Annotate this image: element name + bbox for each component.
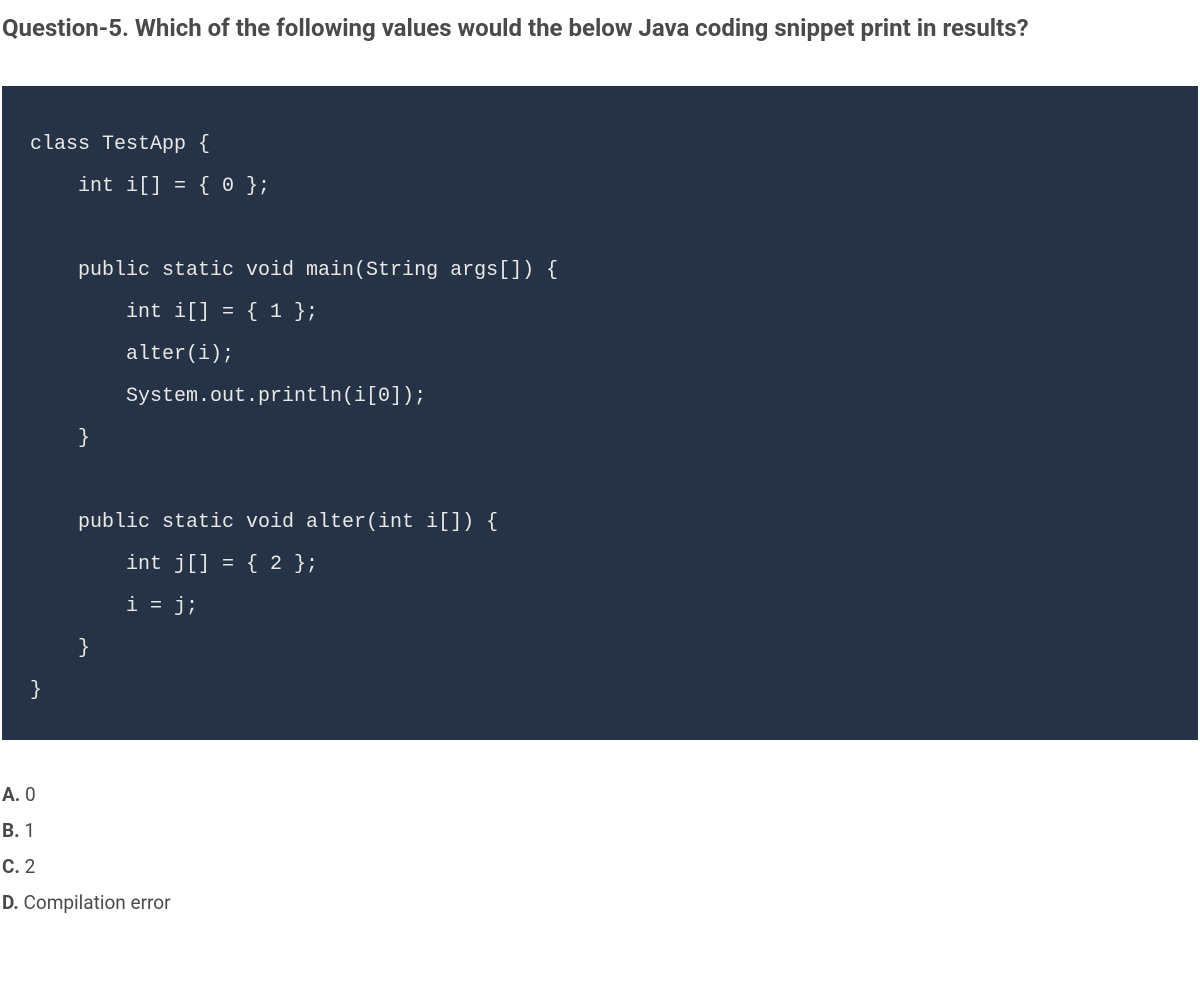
answer-option[interactable]: D. Compilation error (2, 886, 1198, 920)
option-letter: B. (2, 819, 20, 842)
option-text: 0 (20, 783, 35, 806)
answer-option[interactable]: A. 0 (2, 778, 1198, 812)
option-text: 2 (20, 855, 35, 878)
answer-options: A. 0B. 1C. 2D. Compilation error (0, 778, 1200, 921)
code-snippet: class TestApp { int i[] = { 0 }; public … (2, 86, 1198, 740)
option-letter: A. (2, 783, 20, 806)
answer-option[interactable]: C. 2 (2, 850, 1198, 884)
option-letter: D. (2, 891, 19, 914)
option-text: 1 (20, 819, 35, 842)
answer-option[interactable]: B. 1 (2, 814, 1198, 848)
option-letter: C. (2, 855, 20, 878)
option-text: Compilation error (19, 891, 171, 914)
question-title: Question-5. Which of the following value… (0, 0, 1200, 46)
